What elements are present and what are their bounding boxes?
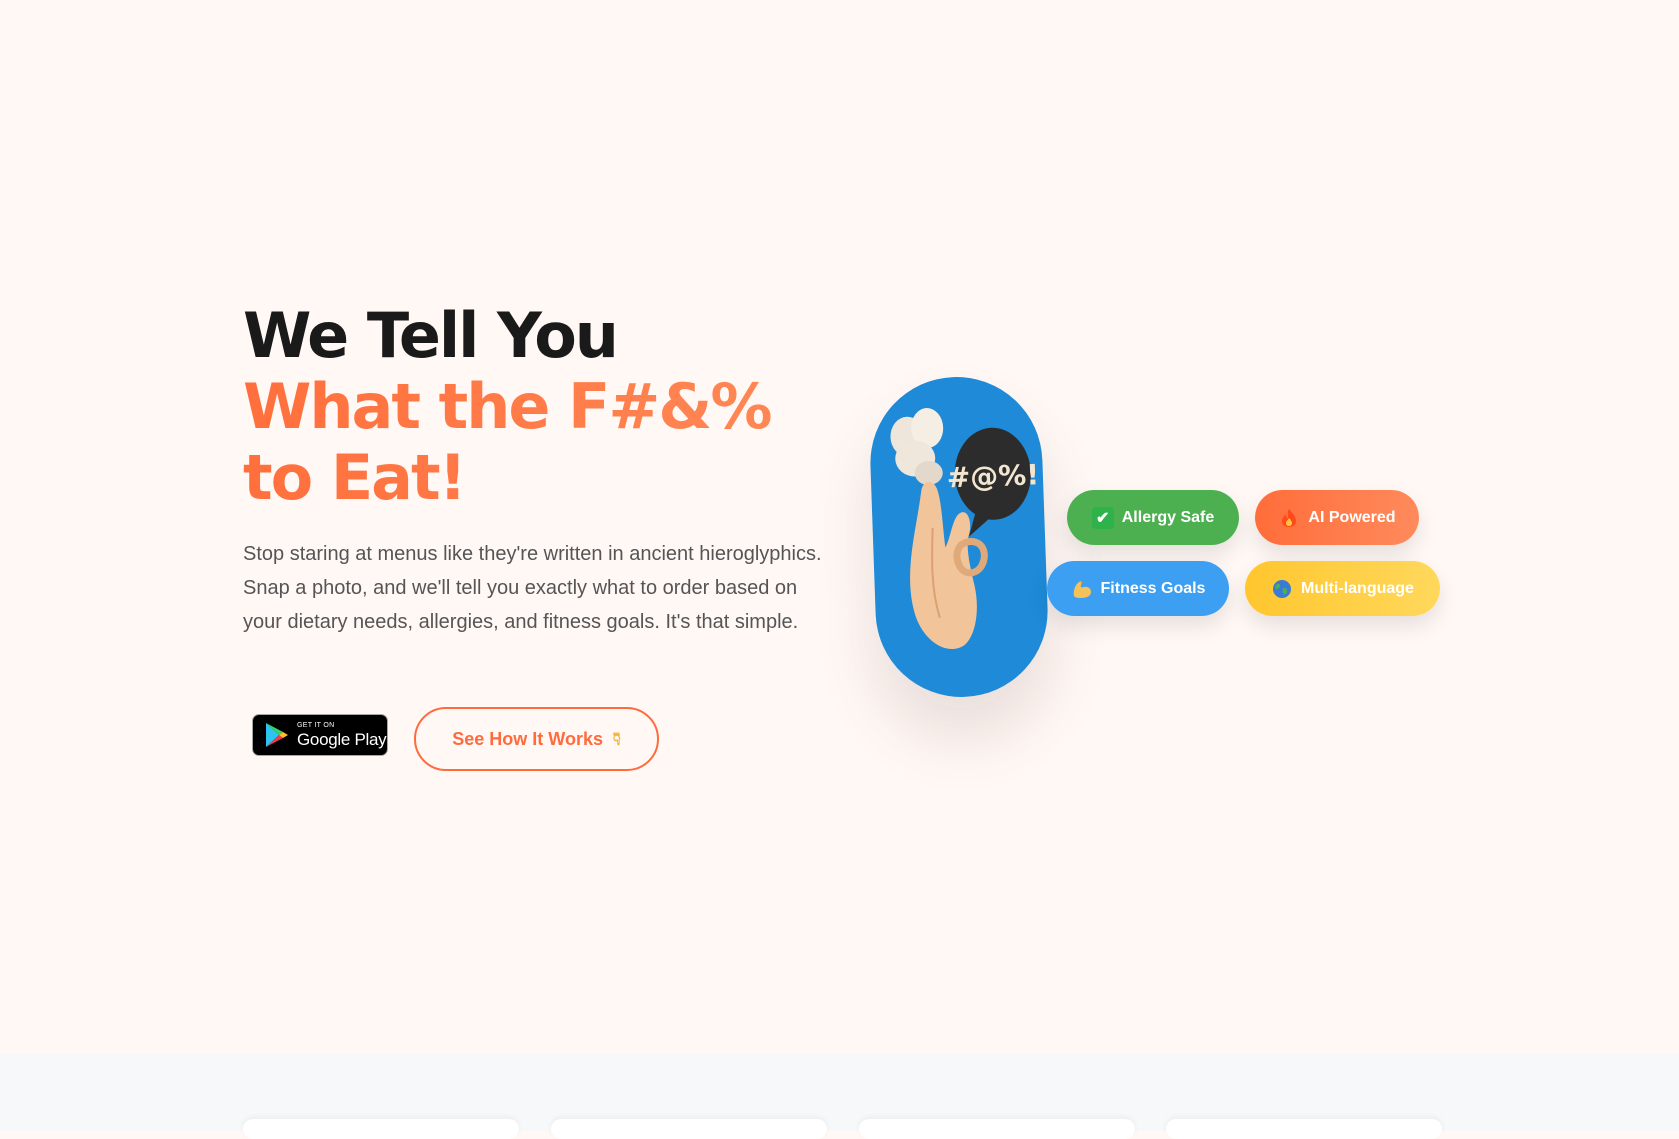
flexed-bicep-icon bbox=[1071, 578, 1093, 600]
hero-section: We Tell You What the F#&% to Eat! Stop s… bbox=[0, 0, 1679, 1054]
see-how-it-works-label: See How It Works bbox=[452, 728, 603, 749]
google-play-button[interactable]: GET IT ON Google Play bbox=[252, 714, 388, 756]
hero-title-line1: We Tell You bbox=[243, 299, 619, 372]
mascot-illustration: #@%! bbox=[867, 374, 1051, 700]
chip-allergy-safe[interactable]: ✔ Allergy Safe bbox=[1067, 490, 1239, 545]
feature-card bbox=[1166, 1119, 1442, 1139]
google-play-big-label: Google Play bbox=[297, 729, 387, 749]
google-play-icon bbox=[266, 723, 288, 747]
chip-fitness-goals-label: Fitness Goals bbox=[1100, 579, 1206, 597]
chip-fitness-goals[interactable]: Fitness Goals bbox=[1047, 561, 1229, 616]
hero-subtitle: Stop staring at menus like they're writt… bbox=[243, 543, 822, 633]
feature-card bbox=[243, 1119, 519, 1139]
svg-text:#@%!: #@%! bbox=[946, 458, 1039, 494]
globe-icon bbox=[1271, 578, 1293, 600]
chip-ai-powered[interactable]: AI Powered bbox=[1255, 490, 1419, 545]
see-how-it-works-button[interactable]: See How It Works 👇︎ bbox=[414, 707, 659, 771]
check-mark-icon: ✔ bbox=[1091, 506, 1114, 529]
chip-multi-language[interactable]: Multi-language bbox=[1245, 561, 1440, 616]
google-play-small-label: GET IT ON bbox=[297, 721, 335, 729]
feature-card bbox=[551, 1119, 827, 1139]
chip-allergy-safe-label: Allergy Safe bbox=[1121, 508, 1215, 526]
chip-ai-powered-label: AI Powered bbox=[1308, 508, 1396, 526]
chip-multi-language-label: Multi-language bbox=[1301, 579, 1414, 597]
google-play-label: GET IT ON Google Play bbox=[297, 721, 387, 749]
feature-card bbox=[859, 1119, 1135, 1139]
fire-icon bbox=[1278, 507, 1300, 529]
hero-title-line2: What the F#&% to Eat! bbox=[243, 371, 843, 513]
pointing-down-icon: 👇︎ bbox=[612, 728, 621, 749]
hero-title: We Tell You What the F#&% to Eat! bbox=[243, 300, 843, 513]
chef-hand-ok-icon: #@%! bbox=[890, 408, 1040, 649]
